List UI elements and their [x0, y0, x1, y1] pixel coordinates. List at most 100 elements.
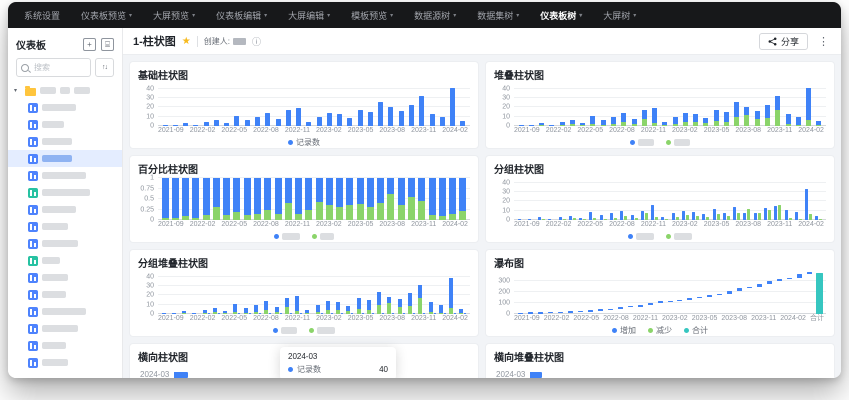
legend-item[interactable]: 增加	[612, 325, 636, 336]
legend-dot-icon	[309, 327, 314, 333]
sidebar: 仪表板 + ⌸ ↑↓ ▾	[8, 28, 123, 378]
tree-item[interactable]	[8, 201, 122, 218]
chart-legend: 增加 减少 合计	[494, 325, 826, 336]
plot-area	[158, 84, 470, 126]
main-header: 1-柱状图 ★ 创建人: ⓘ 分享 ⋮	[123, 28, 841, 55]
legend-item[interactable]	[309, 326, 335, 334]
nav-item[interactable]: 系统设置	[24, 9, 60, 22]
nav-item[interactable]: 模板预览 ▾	[351, 9, 393, 22]
y-axis: 0 100 200 300	[498, 277, 510, 318]
plot-area	[514, 272, 826, 314]
legend-item[interactable]	[666, 138, 690, 146]
add-folder-icon[interactable]: ⌸	[101, 37, 114, 51]
search-input[interactable]	[32, 62, 86, 73]
redacted-text	[636, 232, 654, 240]
tree-item[interactable]	[8, 184, 122, 201]
sidebar-header: 仪表板 + ⌸	[8, 35, 122, 53]
redacted-text	[42, 291, 66, 298]
redacted-text	[42, 223, 68, 230]
tree-item[interactable]	[8, 235, 122, 252]
search-box[interactable]	[16, 58, 91, 77]
nav-item[interactable]: 仪表板预览 ▾	[81, 9, 132, 22]
legend-item[interactable]	[630, 138, 654, 146]
legend-dot-icon	[630, 139, 635, 145]
chart-card-percent-bar[interactable]: 百分比柱状图 0 0.25 0.5 0.75 1 2021-09 2022-02 2022-0…	[129, 155, 479, 243]
legend-item[interactable]	[312, 232, 334, 240]
tree-item[interactable]	[8, 320, 122, 337]
legend-item[interactable]: 减少	[648, 325, 672, 336]
legend-item[interactable]	[273, 326, 297, 334]
dashboard-icon	[28, 153, 38, 164]
chart-card-grouped-bar[interactable]: 分组柱状图 0 10 20 30 40 2021-09 2022-02 2022-05 2022…	[485, 155, 835, 243]
dashboard-icon	[28, 306, 38, 317]
nav-item[interactable]: 仪表板编辑 ▾	[216, 9, 267, 22]
chart-card-basic-bar[interactable]: 基础柱状图 0 10 20 30 40 2021-09 2022-02 2022-05 2022…	[129, 61, 479, 149]
chart-horizontal-stacked-bar: 2024-03	[494, 370, 826, 378]
legend-item[interactable]	[628, 232, 654, 240]
legend-dot-icon	[273, 327, 278, 333]
share-button[interactable]: 分享	[758, 32, 808, 50]
kebab-menu-icon[interactable]: ⋮	[818, 35, 829, 48]
tree-item[interactable]	[8, 303, 122, 320]
x-axis: 2021-09 2022-02 2022-05 2022-08 2022-11 2023-…	[514, 315, 824, 322]
x-axis: 2021-09 2022-02 2022-05 2022-08 2022-11 2023-…	[158, 315, 468, 322]
redacted-text	[674, 138, 690, 146]
page-title: 1-柱状图	[133, 36, 176, 48]
top-nav: 系统设置 仪表板预览 ▾ 大屏预览 ▾ 仪表板编辑 ▾ 大屏编辑 ▾ 模板预览 ▾ 数据源树 ▾ 数据集树…	[8, 2, 841, 28]
tree-item[interactable]	[8, 252, 122, 269]
dashboard-icon	[28, 340, 38, 351]
dashboard-icon	[28, 238, 38, 249]
nav-item[interactable]: 数据源树 ▾	[414, 9, 456, 22]
plot-area	[514, 178, 826, 220]
redacted-text	[281, 326, 297, 334]
legend-item[interactable]	[274, 232, 300, 240]
nav-item[interactable]: 数据集树 ▾	[477, 9, 519, 22]
tree-item[interactable]	[8, 116, 122, 133]
dashboard-icon	[28, 187, 38, 198]
tree-item[interactable]	[8, 133, 122, 150]
chart-title: 百分比柱状图	[138, 165, 198, 176]
chevron-down-icon: ▾	[327, 12, 331, 19]
bar	[174, 371, 189, 378]
y-axis: 0 0.25 0.5 0.75 1	[140, 174, 154, 224]
redacted-text	[42, 257, 60, 264]
add-dashboard-icon[interactable]: +	[83, 37, 96, 51]
tree-item[interactable]	[8, 337, 122, 354]
tree-item[interactable]	[8, 150, 122, 167]
tree-folder[interactable]: ▾	[8, 82, 122, 99]
chevron-down-icon: ▾	[390, 12, 394, 19]
nav-item[interactable]: 大屏编辑 ▾	[288, 9, 330, 22]
dashboard-icon	[28, 170, 38, 181]
hbar-row: 2024-03	[494, 370, 826, 378]
redacted-text	[317, 326, 335, 334]
tree-item[interactable]	[8, 99, 122, 116]
tree-item[interactable]	[8, 269, 122, 286]
tree-item[interactable]	[8, 354, 122, 371]
dashboard-icon	[28, 119, 38, 130]
redacted-text	[60, 87, 70, 94]
sort-button[interactable]: ↑↓	[95, 58, 114, 77]
chart-title: 基础柱状图	[138, 71, 188, 82]
tree-item[interactable]	[8, 286, 122, 303]
chart-card-grouped-stacked-bar[interactable]: 分组堆叠柱状图 0 10 20 30 40 2021-09 2022-02 2022-05 20…	[129, 249, 479, 337]
nav-item[interactable]: 大屏树 ▾	[603, 9, 636, 22]
legend-item[interactable]	[666, 232, 692, 240]
nav-item[interactable]: 仪表板树 ▾	[540, 9, 582, 22]
sidebar-title: 仪表板	[16, 40, 46, 52]
chart-card-horizontal-bar[interactable]: 横向柱状图 2024-03 2024-03 记录数 40	[129, 343, 479, 378]
legend-dot-icon	[648, 327, 653, 333]
info-icon[interactable]: ⓘ	[252, 35, 261, 48]
favorite-star-icon[interactable]: ★	[182, 36, 191, 47]
dashboard-grid: 基础柱状图 0 10 20 30 40 2021-09 2022-02 2022-05 2022…	[123, 55, 841, 378]
legend-item[interactable]: 记录数	[288, 137, 320, 148]
legend-item[interactable]: 合计	[684, 325, 708, 336]
chart-percent-bar: 0 0.25 0.5 0.75 1 2021-09 2022-02 2022-05 2022-0…	[138, 174, 470, 240]
tree-item[interactable]	[8, 167, 122, 184]
chart-card-horizontal-stacked-bar[interactable]: 横向堆叠柱状图 2024-03	[485, 343, 835, 378]
redacted-text	[42, 308, 86, 315]
chart-card-waterfall[interactable]: 瀑布图 0 100 200 300 2021-09 2022-02 2022-05 2022-…	[485, 249, 835, 337]
redacted-text	[74, 87, 90, 94]
chart-card-stacked-bar[interactable]: 堆叠柱状图 0 10 20 30 40 2021-09 2022-02 2022-05 2022…	[485, 61, 835, 149]
tree-item[interactable]	[8, 218, 122, 235]
nav-item[interactable]: 大屏预览 ▾	[153, 9, 195, 22]
